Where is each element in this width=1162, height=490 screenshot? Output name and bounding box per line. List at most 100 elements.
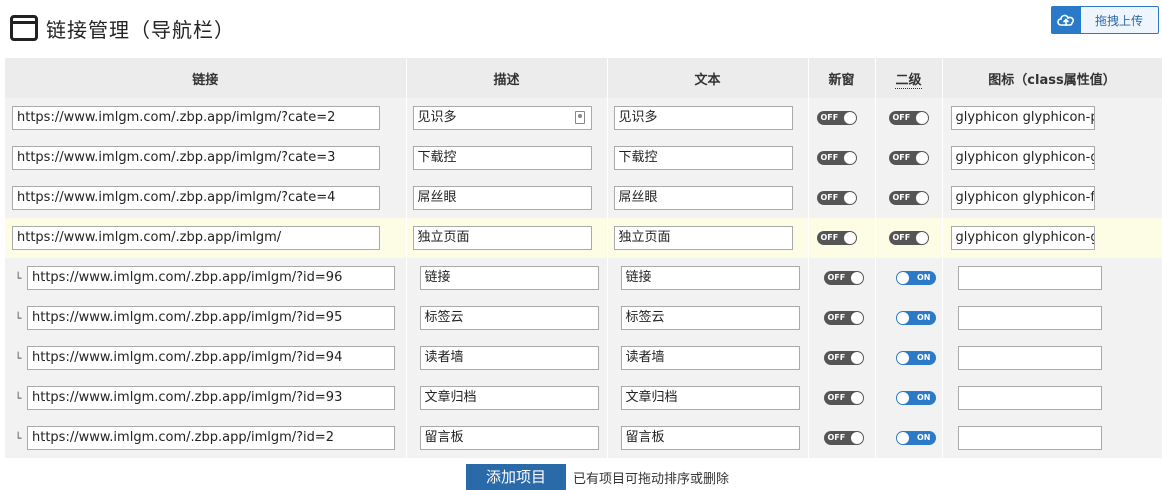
desc-cell: 文章归档 xyxy=(406,378,608,418)
text-input[interactable]: 独立页面 xyxy=(613,226,793,250)
table-row[interactable]: └ https://www.imlgm.com/.zbp.app/imlgm/?i… xyxy=(5,378,1162,418)
link-cell: https://www.imlgm.com/.zbp.app/imlgm/?ca… xyxy=(5,98,407,138)
link-input[interactable]: https://www.imlgm.com/.zbp.app/imlgm/?ca… xyxy=(12,106,380,130)
table-row[interactable]: └ https://www.imlgm.com/.zbp.app/imlgm/?i… xyxy=(5,338,1162,378)
new-window-toggle[interactable]: OFF xyxy=(816,111,857,125)
icon-class-input[interactable]: glyphicon glyphicon-fi xyxy=(950,186,1095,210)
newwin-cell: OFF xyxy=(808,218,876,258)
link-cell: └ https://www.imlgm.com/.zbp.app/imlgm/?i… xyxy=(5,378,407,418)
icon-class-input[interactable] xyxy=(957,426,1102,450)
link-cell: https://www.imlgm.com/.zbp.app/imlgm/ xyxy=(5,218,407,258)
text-input[interactable]: 见识多 xyxy=(613,106,793,130)
link-input[interactable]: https://www.imlgm.com/.zbp.app/imlgm/?id… xyxy=(27,266,395,290)
icon-cell: glyphicon glyphicon-p xyxy=(942,98,1162,138)
link-input[interactable]: https://www.imlgm.com/.zbp.app/imlgm/ xyxy=(12,226,380,250)
icon-cell xyxy=(942,298,1162,338)
link-cell: https://www.imlgm.com/.zbp.app/imlgm/?ca… xyxy=(5,178,407,218)
new-window-toggle[interactable]: OFF xyxy=(823,431,864,445)
text-input[interactable]: 读者墙 xyxy=(620,346,800,370)
icon-class-input[interactable]: glyphicon glyphicon-p xyxy=(950,106,1095,130)
level2-toggle[interactable]: OFF xyxy=(888,191,929,205)
link-input[interactable]: https://www.imlgm.com/.zbp.app/imlgm/?id… xyxy=(27,426,395,450)
text-cell: 下载控 xyxy=(607,138,809,178)
desc-input[interactable]: 屌丝眼 xyxy=(412,186,592,210)
text-input[interactable]: 文章归档 xyxy=(620,386,800,410)
icon-cell xyxy=(942,418,1162,458)
level2-cell: OFF xyxy=(875,138,943,178)
desc-input[interactable]: 链接 xyxy=(419,266,599,290)
column-header-text: 文本 xyxy=(607,58,809,98)
icon-cell: glyphicon glyphicon-g xyxy=(942,138,1162,178)
new-window-toggle[interactable]: OFF xyxy=(816,231,857,245)
level2-toggle[interactable]: ON xyxy=(895,391,936,405)
level2-cell: OFF xyxy=(875,218,943,258)
desc-input[interactable]: 见识多 xyxy=(412,106,592,130)
desc-input[interactable]: 留言板 xyxy=(419,426,599,450)
new-window-toggle[interactable]: OFF xyxy=(816,151,857,165)
icon-class-input[interactable]: glyphicon glyphicon-g xyxy=(950,146,1095,170)
desc-input[interactable]: 独立页面 xyxy=(412,226,592,250)
icon-class-input[interactable] xyxy=(957,306,1102,330)
page-title: 链接管理（导航栏） xyxy=(46,18,235,42)
text-input[interactable]: 链接 xyxy=(620,266,800,290)
desc-cell: 独立页面 xyxy=(406,218,608,258)
table-row[interactable]: https://www.imlgm.com/.zbp.app/imlgm/独立页… xyxy=(5,218,1162,258)
icon-cell xyxy=(942,338,1162,378)
icon-cell: glyphicon glyphicon-g xyxy=(942,218,1162,258)
drag-upload-button[interactable]: 拖拽上传 xyxy=(1051,6,1159,34)
desc-input[interactable]: 读者墙 xyxy=(419,346,599,370)
level2-toggle[interactable]: ON xyxy=(895,431,936,445)
link-input[interactable]: https://www.imlgm.com/.zbp.app/imlgm/?ca… xyxy=(12,146,380,170)
text-input[interactable]: 屌丝眼 xyxy=(613,186,793,210)
desc-cell: 链接 xyxy=(406,258,608,298)
level2-toggle[interactable]: OFF xyxy=(888,231,929,245)
add-item-button[interactable]: 添加项目 xyxy=(466,464,566,490)
icon-class-input[interactable] xyxy=(957,386,1102,410)
icon-class-input[interactable]: glyphicon glyphicon-g xyxy=(950,226,1095,250)
column-header-desc: 描述 xyxy=(406,58,608,98)
new-window-toggle[interactable]: OFF xyxy=(816,191,857,205)
icon-cell xyxy=(942,378,1162,418)
text-input[interactable]: 标签云 xyxy=(620,306,800,330)
desc-cell: 留言板 xyxy=(406,418,608,458)
column-header-link: 链接 xyxy=(5,58,407,98)
table-row[interactable]: └ https://www.imlgm.com/.zbp.app/imlgm/?i… xyxy=(5,298,1162,338)
table-row[interactable]: └ https://www.imlgm.com/.zbp.app/imlgm/?i… xyxy=(5,418,1162,458)
icon-class-input[interactable] xyxy=(957,266,1102,290)
level2-cell: OFF xyxy=(875,178,943,218)
tree-indent-icon: └ xyxy=(14,271,22,285)
level2-toggle[interactable]: ON xyxy=(895,311,936,325)
text-input[interactable]: 下载控 xyxy=(613,146,793,170)
link-input[interactable]: https://www.imlgm.com/.zbp.app/imlgm/?id… xyxy=(27,386,395,410)
link-input[interactable]: https://www.imlgm.com/.zbp.app/imlgm/?id… xyxy=(27,346,395,370)
desc-input[interactable]: 标签云 xyxy=(419,306,599,330)
level2-cell: ON xyxy=(875,298,943,338)
newwin-cell: OFF xyxy=(808,378,876,418)
desc-input[interactable]: 文章归档 xyxy=(419,386,599,410)
table-header-row: 链接 描述 文本 新窗 二级 图标（class属性值） xyxy=(5,58,1162,98)
new-window-toggle[interactable]: OFF xyxy=(823,391,864,405)
new-window-toggle[interactable]: OFF xyxy=(823,271,864,285)
table-row[interactable]: https://www.imlgm.com/.zbp.app/imlgm/?ca… xyxy=(5,138,1162,178)
level2-cell: OFF xyxy=(875,98,943,138)
level2-cell: ON xyxy=(875,338,943,378)
table-row[interactable]: https://www.imlgm.com/.zbp.app/imlgm/?ca… xyxy=(5,98,1162,138)
tree-indent-icon: └ xyxy=(14,391,22,405)
new-window-toggle[interactable]: OFF xyxy=(823,311,864,325)
desc-input[interactable]: 下载控 xyxy=(412,146,592,170)
cloud-upload-icon xyxy=(1051,7,1081,33)
new-window-toggle[interactable]: OFF xyxy=(823,351,864,365)
level2-toggle[interactable]: ON xyxy=(895,271,936,285)
window-icon xyxy=(10,15,38,41)
text-input[interactable]: 留言板 xyxy=(620,426,800,450)
link-input[interactable]: https://www.imlgm.com/.zbp.app/imlgm/?id… xyxy=(27,306,395,330)
desc-cell: 下载控 xyxy=(406,138,608,178)
level2-toggle[interactable]: OFF xyxy=(888,111,929,125)
link-input[interactable]: https://www.imlgm.com/.zbp.app/imlgm/?ca… xyxy=(12,186,380,210)
table-row[interactable]: └ https://www.imlgm.com/.zbp.app/imlgm/?i… xyxy=(5,258,1162,298)
page-header: 链接管理（导航栏） 拖拽上传 xyxy=(0,0,1162,58)
level2-toggle[interactable]: OFF xyxy=(888,151,929,165)
table-row[interactable]: https://www.imlgm.com/.zbp.app/imlgm/?ca… xyxy=(5,178,1162,218)
icon-class-input[interactable] xyxy=(957,346,1102,370)
level2-toggle[interactable]: ON xyxy=(895,351,936,365)
